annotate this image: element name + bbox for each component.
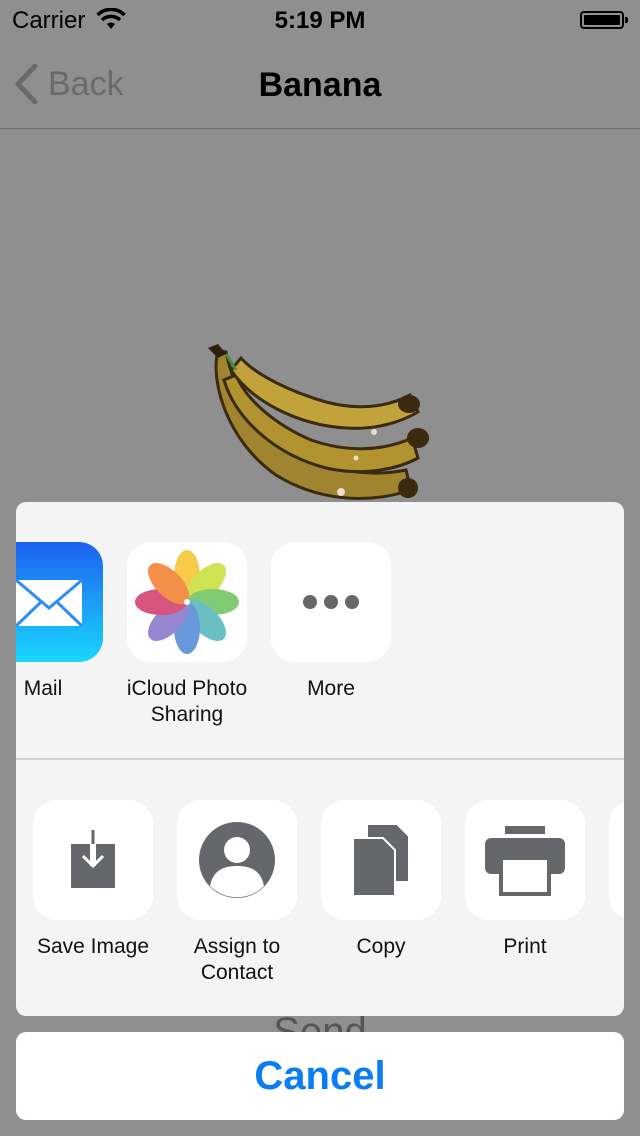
share-app-icloud-photo[interactable] (127, 542, 247, 662)
action-assign-contact-label: Assign to Contact (193, 935, 281, 984)
action-copy-label: Copy (356, 935, 406, 958)
print-icon (485, 826, 565, 896)
cancel-button[interactable]: Cancel (16, 1032, 624, 1120)
action-save-image-label: Save Image (36, 935, 150, 958)
share-apps-row[interactable]: Mail iCloud Photo Sharing More (16, 502, 624, 758)
share-sheet: Mail iCloud Photo Sharing More Save Imag… (16, 502, 624, 1016)
copy-icon (352, 823, 410, 897)
more-icon (303, 595, 359, 609)
status-bar: Carrier 5:19 PM (0, 0, 640, 40)
share-actions-row[interactable]: Save Image Assign to Contact Copy Print (16, 760, 624, 1016)
banana-image (208, 344, 429, 500)
share-app-mail[interactable] (16, 542, 103, 662)
action-assign-contact[interactable] (177, 800, 297, 920)
action-copy[interactable] (321, 800, 441, 920)
contact-icon (199, 822, 275, 898)
action-save-image[interactable] (33, 800, 153, 920)
action-print[interactable] (465, 800, 585, 920)
share-app-more-label: More (307, 677, 355, 700)
action-next-partial[interactable] (609, 800, 624, 920)
action-print-label: Print (503, 935, 547, 958)
save-image-icon (71, 830, 115, 888)
share-app-more[interactable] (271, 542, 391, 662)
page-title: Banana (258, 66, 382, 104)
navigation-bar: Back Banana (0, 40, 640, 129)
share-app-icloud-photo-label: iCloud Photo Sharing (126, 677, 248, 726)
photos-icon (135, 550, 239, 654)
battery-icon (580, 11, 628, 29)
clock: 5:19 PM (274, 7, 366, 34)
mail-icon (16, 578, 84, 628)
